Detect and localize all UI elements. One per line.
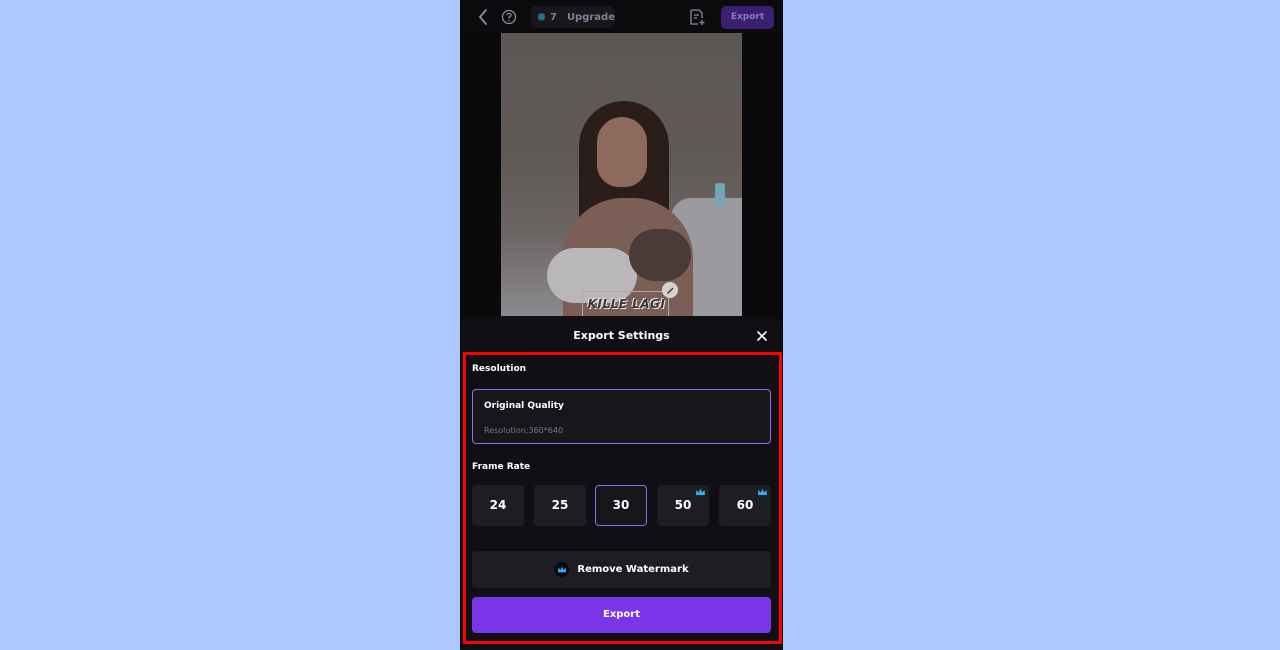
preview-bottle	[715, 183, 725, 205]
frame-rate-option-24[interactable]: 24	[472, 485, 524, 526]
credits-count: 7	[549, 11, 557, 23]
remove-watermark-button[interactable]: Remove Watermark	[472, 551, 771, 588]
crown-icon	[554, 562, 570, 577]
frame-rate-option-30[interactable]: 30	[595, 485, 647, 526]
help-icon[interactable]	[501, 9, 517, 25]
export-button[interactable]: Export	[472, 597, 771, 633]
close-icon[interactable]	[757, 331, 767, 341]
preview-face	[597, 117, 647, 187]
frame-rate-value: 30	[612, 498, 630, 512]
frame-rate-label: Frame Rate	[472, 462, 531, 472]
export-settings-sheet: Export Settings Resolution Original Qual…	[461, 316, 782, 650]
frame-rate-option-60[interactable]: 60	[719, 485, 771, 526]
frame-rate-option-50[interactable]: 50	[657, 485, 709, 526]
remove-watermark-label: Remove Watermark	[577, 564, 689, 575]
upgrade-label: Upgrade	[566, 11, 615, 23]
video-preview[interactable]: KILLE LAGI	[501, 33, 742, 316]
frame-rate-value: 25	[551, 498, 569, 512]
resolution-option-detail: Resolution:360*640	[484, 426, 564, 435]
top-bar: 7 Upgrade Export	[460, 0, 783, 34]
frame-rate-value: 60	[736, 498, 754, 512]
caption-text: KILLE LAGI	[587, 297, 666, 311]
resolution-option-title: Original Quality	[484, 401, 564, 411]
pencil-icon[interactable]	[662, 282, 678, 298]
resolution-label: Resolution	[472, 364, 527, 374]
preview-baby-head	[629, 229, 691, 281]
top-export-button[interactable]: Export	[721, 6, 774, 29]
caption-box[interactable]: KILLE LAGI	[582, 291, 669, 316]
credits-upgrade-button[interactable]: 7 Upgrade	[531, 6, 615, 28]
frame-rate-value: 24	[489, 498, 507, 512]
frame-rate-value: 50	[674, 498, 692, 512]
crown-icon	[696, 488, 705, 495]
document-add-icon[interactable]	[688, 8, 706, 26]
crown-icon	[758, 488, 767, 495]
coin-stack-icon	[538, 13, 545, 21]
sheet-title: Export Settings	[573, 329, 670, 342]
phone-screen: 7 Upgrade Export KILLE LAGI Export Setti…	[460, 0, 783, 650]
back-arrow-icon[interactable]	[476, 8, 490, 26]
resolution-option-original[interactable]: Original Quality Resolution:360*640	[472, 389, 771, 444]
frame-rate-option-25[interactable]: 25	[534, 485, 586, 526]
